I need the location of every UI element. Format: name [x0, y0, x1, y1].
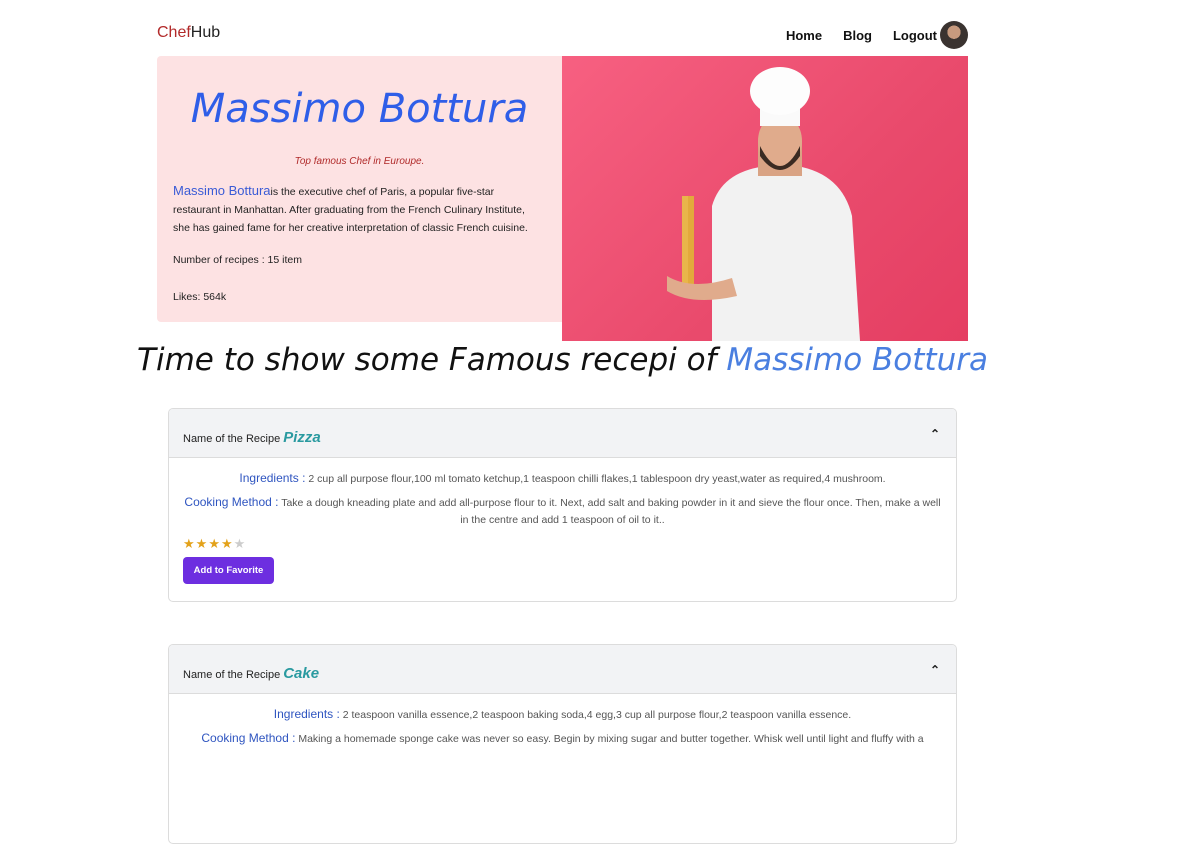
- method-label: Cooking Method :: [201, 731, 296, 745]
- recipe-label: Name of the Recipe: [183, 433, 281, 445]
- ingredients-text: 2 teaspoon vanilla essence,2 teaspoon ba…: [339, 709, 852, 721]
- nav-home[interactable]: Home: [786, 28, 822, 43]
- chef-info: Massimo Bottura Top famous Chef in Eurou…: [157, 56, 562, 322]
- method-text: Making a homemade sponge cake was never …: [295, 733, 924, 745]
- recipe-accordion-header[interactable]: Name of the Recipe Pizza ⌃: [169, 409, 956, 458]
- nav-blog[interactable]: Blog: [843, 28, 872, 43]
- ingredients-text: 2 cup all purpose flour,100 ml tomato ke…: [305, 473, 886, 485]
- cooking-method: Cooking Method : Take a dough kneading p…: [183, 494, 942, 529]
- logo[interactable]: ChefHub: [157, 24, 220, 42]
- headline-chef-name: Massimo Bottura: [726, 342, 988, 378]
- star-icon: ★: [220, 536, 234, 551]
- star-empty-icon: ★: [233, 536, 247, 551]
- navbar: ChefHub Home Blog Logout: [157, 16, 968, 50]
- nav-logout[interactable]: Logout: [893, 28, 937, 43]
- method-text: Take a dough kneading plate and add all-…: [278, 497, 941, 526]
- recipe-name: Pizza: [283, 429, 321, 446]
- add-to-favorite-button[interactable]: Add to Favorite: [183, 557, 274, 584]
- ingredients-label: Ingredients :: [239, 471, 306, 485]
- recipe-card-pizza: Name of the Recipe Pizza ⌃ Ingredients : …: [168, 408, 957, 602]
- logo-chef: Chef: [157, 24, 191, 41]
- ingredients: Ingredients : 2 cup all purpose flour,10…: [183, 470, 942, 488]
- chef-bio: Massimo Botturais the executive chef of …: [173, 182, 543, 237]
- chef-illustration: [667, 67, 860, 341]
- chef-banner: Massimo Bottura Top famous Chef in Eurou…: [157, 56, 968, 341]
- bio-chef-name: Massimo Bottura: [173, 183, 271, 198]
- logo-hub: Hub: [190, 24, 221, 41]
- recipe-card-cake: Name of the Recipe Cake ⌃ Ingredients : 2…: [168, 644, 957, 844]
- cooking-method: Cooking Method : Making a homemade spong…: [183, 730, 942, 748]
- nav-links: Home Blog Logout: [786, 21, 968, 49]
- star-icon: ★: [183, 536, 196, 551]
- star-icon: ★: [208, 536, 221, 551]
- chef-photo: [562, 56, 968, 341]
- chevron-up-icon[interactable]: ⌃: [930, 427, 940, 441]
- ingredients-label: Ingredients :: [273, 707, 340, 721]
- chevron-up-icon[interactable]: ⌃: [930, 663, 940, 677]
- recipe-accordion-header[interactable]: Name of the Recipe Cake ⌃: [169, 645, 956, 694]
- ingredients: Ingredients : 2 teaspoon vanilla essence…: [183, 706, 942, 724]
- recipes-headline: Time to show some Famous recepi of Massi…: [0, 342, 1125, 378]
- recipe-count: Number of recipes : 15 item: [173, 254, 302, 266]
- method-label: Cooking Method :: [184, 495, 279, 509]
- chef-name: Massimo Bottura: [190, 86, 529, 132]
- rating-stars: ★★★★★: [183, 535, 942, 552]
- avatar[interactable]: [940, 21, 968, 49]
- headline-text: Time to show some Famous recepi of: [137, 342, 727, 378]
- likes-count: Likes: 564k: [173, 291, 227, 303]
- recipe-label: Name of the Recipe: [183, 669, 281, 681]
- recipe-name: Cake: [283, 665, 320, 682]
- chef-tagline: Top famous Chef in Euroupe.: [294, 156, 425, 167]
- star-icon: ★: [195, 536, 209, 551]
